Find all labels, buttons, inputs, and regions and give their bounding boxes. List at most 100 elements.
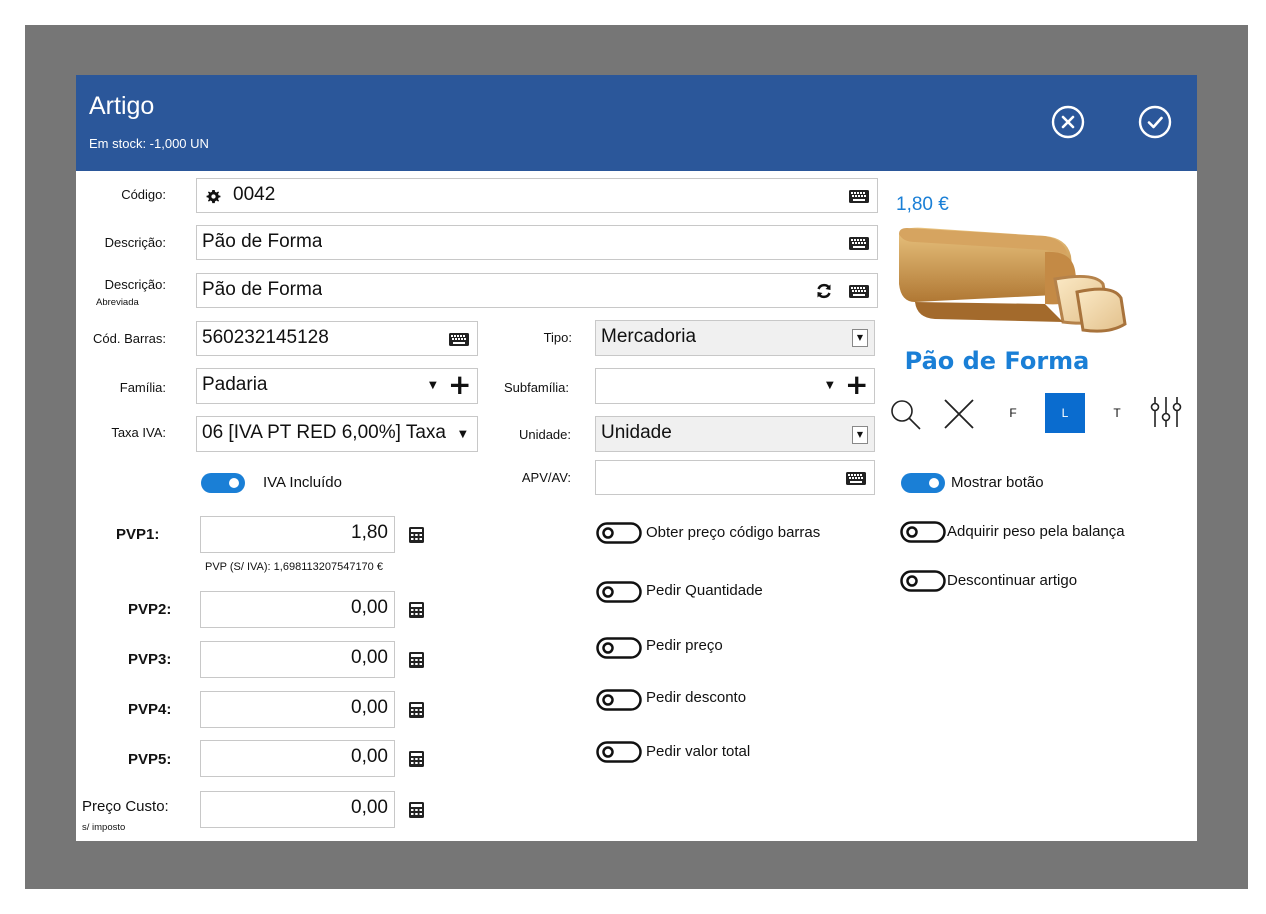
chevron-down-icon[interactable]: ▼ (852, 426, 868, 444)
pvp2-value: 0,00 (351, 597, 388, 618)
subfamilia-select[interactable]: ▼ + (595, 368, 875, 404)
taxa-iva-label: Taxa IVA: (111, 425, 166, 440)
pedir-quantidade-label: Pedir Quantidade (646, 582, 763, 599)
calculator-icon[interactable] (409, 702, 424, 718)
align-t-button[interactable]: T (1097, 393, 1137, 433)
tipo-value: Mercadoria (601, 326, 697, 347)
artigo-dialog: Artigo Em stock: -1,000 UN Código: 0042 … (76, 75, 1197, 841)
pvp5-label: PVP5: (128, 751, 172, 768)
preco-custo-field[interactable]: 0,00 (200, 791, 395, 828)
calculator-icon[interactable] (409, 527, 424, 543)
taxa-iva-select[interactable]: 06 [IVA PT RED 6,00%] Taxa ▼ (196, 416, 478, 452)
unidade-label: Unidade: (518, 427, 571, 442)
calculator-icon[interactable] (409, 751, 424, 767)
pvp4-value: 0,00 (351, 697, 388, 718)
cod-barras-value: 560232145128 (202, 327, 329, 348)
keyboard-icon[interactable] (849, 190, 869, 203)
pedir-desconto-toggle[interactable] (596, 689, 642, 711)
descricao-abrev-field[interactable]: Pão de Forma (196, 273, 878, 308)
pedir-preco-toggle[interactable] (596, 637, 642, 659)
pvp2-field[interactable]: 0,00 (200, 591, 395, 628)
confirm-button[interactable] (1138, 105, 1172, 139)
calculator-icon[interactable] (409, 652, 424, 668)
tipo-select[interactable]: Mercadoria ▼ (595, 320, 875, 356)
codigo-value: 0042 (233, 184, 276, 205)
pvp3-value: 0,00 (351, 647, 388, 668)
mostrar-botao-label: Mostrar botão (951, 474, 1044, 491)
obter-preco-toggle[interactable] (596, 522, 642, 544)
iva-incluido-label: IVA Incluído (263, 474, 342, 491)
pvp5-value: 0,00 (351, 746, 388, 767)
cod-barras-field[interactable]: 560232145128 (196, 321, 478, 356)
descricao-abrev-value: Pão de Forma (202, 279, 323, 300)
descricao-abrev-label: Descrição: (104, 277, 166, 292)
apv-field[interactable] (595, 460, 875, 495)
codigo-field[interactable]: 0042 (196, 178, 878, 213)
apv-label: APV/AV: (521, 470, 571, 485)
unidade-select[interactable]: Unidade ▼ (595, 416, 875, 452)
familia-value: Padaria (202, 374, 268, 395)
pvp1-label: PVP1: (116, 526, 160, 543)
descontinuar-toggle[interactable] (900, 570, 946, 592)
align-l-button[interactable]: L (1045, 393, 1085, 433)
add-subfamilia-icon[interactable]: + (845, 371, 868, 399)
preview-name: Pão de Forma (904, 347, 1090, 375)
pvp4-label: PVP4: (128, 701, 172, 718)
subfamilia-label: Subfamília: (503, 380, 569, 395)
mostrar-botao-toggle[interactable] (900, 472, 946, 494)
pvp1-field[interactable]: 1,80 (200, 516, 395, 553)
pedir-quantidade-toggle[interactable] (596, 581, 642, 603)
pedir-preco-label: Pedir preço (646, 637, 723, 654)
search-icon[interactable] (888, 397, 922, 431)
sliders-icon[interactable] (1148, 395, 1184, 429)
s-imposto-label: s/ imposto (82, 822, 126, 833)
bread-image (899, 227, 1127, 333)
pvp5-field[interactable]: 0,00 (200, 740, 395, 777)
pvp2-label: PVP2: (128, 601, 172, 618)
calculator-icon[interactable] (409, 802, 424, 818)
pedir-valor-total-label: Pedir valor total (646, 743, 751, 760)
familia-select[interactable]: Padaria ▼ + (196, 368, 478, 404)
iva-incluido-toggle[interactable] (200, 472, 246, 494)
dropdown-arrow-icon[interactable]: ▼ (429, 380, 437, 391)
calculator-icon[interactable] (409, 602, 424, 618)
dropdown-arrow-icon[interactable]: ▼ (459, 429, 467, 440)
pvp1-value: 1,80 (351, 522, 388, 543)
button-preview[interactable]: 1,80 € Pão de Forma (885, 184, 1129, 384)
adquirir-peso-toggle[interactable] (900, 521, 946, 543)
pvp3-field[interactable]: 0,00 (200, 641, 395, 678)
descricao-value: Pão de Forma (202, 231, 323, 252)
unidade-value: Unidade (601, 422, 672, 443)
keyboard-icon[interactable] (846, 472, 866, 485)
refresh-icon[interactable] (815, 282, 833, 300)
keyboard-icon[interactable] (449, 333, 469, 346)
align-f-button[interactable]: F (993, 393, 1033, 433)
close-icon[interactable] (942, 397, 976, 431)
cod-barras-label: Cód. Barras: (93, 331, 166, 346)
dialog-header: Artigo Em stock: -1,000 UN (76, 75, 1197, 171)
pedir-valor-total-toggle[interactable] (596, 741, 642, 763)
obter-preco-label: Obter preço código barras (646, 524, 821, 541)
pedir-desconto-label: Pedir desconto (646, 689, 747, 706)
cancel-button[interactable] (1051, 105, 1085, 139)
add-familia-icon[interactable]: + (448, 371, 471, 399)
descricao-label: Descrição: (104, 235, 166, 250)
pvp4-field[interactable]: 0,00 (200, 691, 395, 728)
stock-info: Em stock: -1,000 UN (89, 136, 209, 151)
preview-price: 1,80 € (896, 194, 949, 215)
chevron-down-icon[interactable]: ▼ (852, 329, 868, 347)
preco-custo-label: Preço Custo: (82, 798, 169, 815)
descricao-field[interactable]: Pão de Forma (196, 225, 878, 260)
keyboard-icon[interactable] (849, 237, 869, 250)
keyboard-icon[interactable] (849, 285, 869, 298)
familia-label: Família: (119, 380, 166, 395)
pvp3-label: PVP3: (128, 651, 172, 668)
descontinuar-label: Descontinuar artigo (947, 572, 1078, 589)
adquirir-peso-label: Adquirir peso pela balança (947, 523, 1125, 540)
abreviada-label: Abreviada (96, 297, 139, 308)
preco-custo-value: 0,00 (351, 797, 388, 818)
gear-icon[interactable] (206, 189, 221, 204)
codigo-label: Código: (121, 187, 166, 202)
tipo-label: Tipo: (543, 330, 572, 345)
dropdown-arrow-icon[interactable]: ▼ (826, 380, 834, 391)
